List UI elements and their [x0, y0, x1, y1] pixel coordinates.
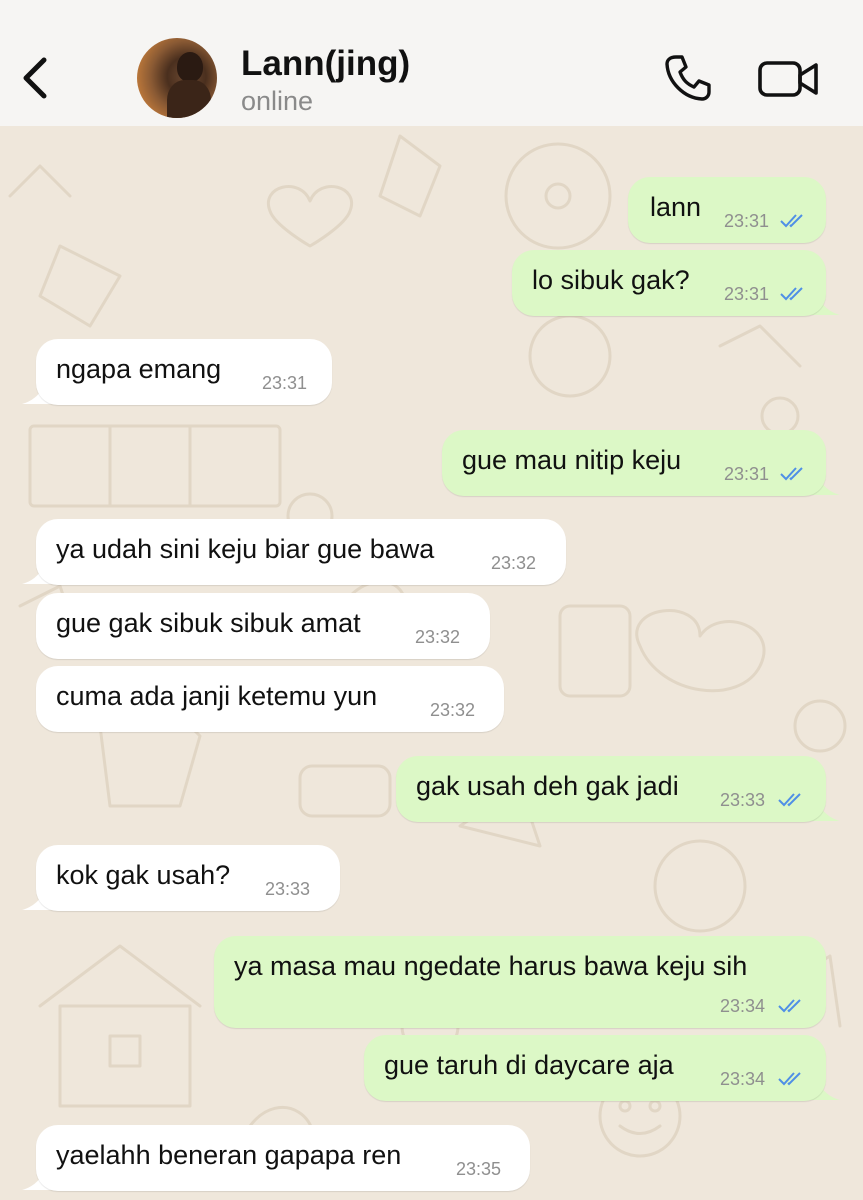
read-ticks-icon	[780, 214, 803, 228]
phone-icon[interactable]	[662, 52, 714, 104]
contact-avatar[interactable]	[137, 38, 217, 118]
message-time: 23:31	[724, 211, 770, 231]
chat-header: Lann(jing) online	[0, 0, 863, 126]
message-time: 23:33	[265, 879, 311, 899]
message-bubble-incoming[interactable]: yaelahh beneran gapapa ren 23:35	[36, 1125, 530, 1191]
message-bubble-outgoing[interactable]: lann 23:31	[628, 177, 826, 243]
read-ticks-icon	[780, 467, 803, 481]
message-time: 23:31	[262, 373, 308, 393]
message-time: 23:34	[720, 996, 766, 1016]
read-ticks-icon	[778, 999, 801, 1013]
message-time: 23:32	[430, 700, 476, 720]
message-time: 23:34	[720, 1069, 766, 1089]
message-bubble-incoming[interactable]: kok gak usah? 23:33	[36, 845, 340, 911]
message-time: 23:31	[724, 284, 770, 304]
message-text: gue taruh di daycare aja	[384, 1050, 674, 1080]
message-text: gue mau nitip keju	[462, 445, 682, 475]
message-text: gue gak sibuk sibuk amat	[56, 608, 361, 638]
message-text: ngapa emang	[56, 354, 222, 384]
read-ticks-icon	[778, 793, 801, 807]
message-text: lann	[650, 192, 702, 222]
contact-status: online	[241, 86, 314, 116]
message-text: yaelahh beneran gapapa ren	[56, 1140, 402, 1170]
message-text: ya udah sini keju biar gue bawa	[56, 534, 435, 564]
message-bubble-incoming[interactable]: ya udah sini keju biar gue bawa 23:32	[36, 519, 566, 585]
message-time: 23:35	[456, 1159, 502, 1179]
avatar-body-shape	[167, 80, 211, 118]
message-time: 23:32	[491, 553, 537, 573]
video-camera-icon[interactable]	[758, 58, 820, 100]
message-bubble-incoming[interactable]: ngapa emang 23:31	[36, 339, 332, 405]
message-bubble-outgoing[interactable]: gue taruh di daycare aja 23:34	[364, 1035, 826, 1101]
message-text: cuma ada janji ketemu yun	[56, 681, 378, 711]
message-text: kok gak usah?	[56, 860, 231, 890]
avatar-head-shape	[177, 52, 203, 82]
message-time: 23:32	[415, 627, 461, 647]
message-bubble-outgoing[interactable]: lo sibuk gak? 23:31	[512, 250, 826, 316]
message-text: lo sibuk gak?	[532, 265, 690, 295]
message-time: 23:33	[720, 790, 766, 810]
message-bubble-incoming[interactable]: cuma ada janji ketemu yun 23:32	[36, 666, 504, 732]
message-time: 23:31	[724, 464, 770, 484]
message-bubble-outgoing[interactable]: ya masa mau ngedate harus bawa keju sih …	[214, 936, 826, 1028]
read-ticks-icon	[778, 1072, 801, 1086]
message-bubble-outgoing[interactable]: gue mau nitip keju 23:31	[442, 430, 826, 496]
message-bubble-outgoing[interactable]: gak usah deh gak jadi 23:33	[396, 756, 826, 822]
message-text: gak usah deh gak jadi	[416, 771, 679, 801]
contact-name[interactable]: Lann(jing)	[241, 44, 410, 84]
message-text: ya masa mau ngedate harus bawa keju sih	[234, 951, 748, 981]
message-bubble-incoming[interactable]: gue gak sibuk sibuk amat 23:32	[36, 593, 490, 659]
back-chevron-icon[interactable]	[18, 54, 54, 102]
read-ticks-icon	[780, 287, 803, 301]
